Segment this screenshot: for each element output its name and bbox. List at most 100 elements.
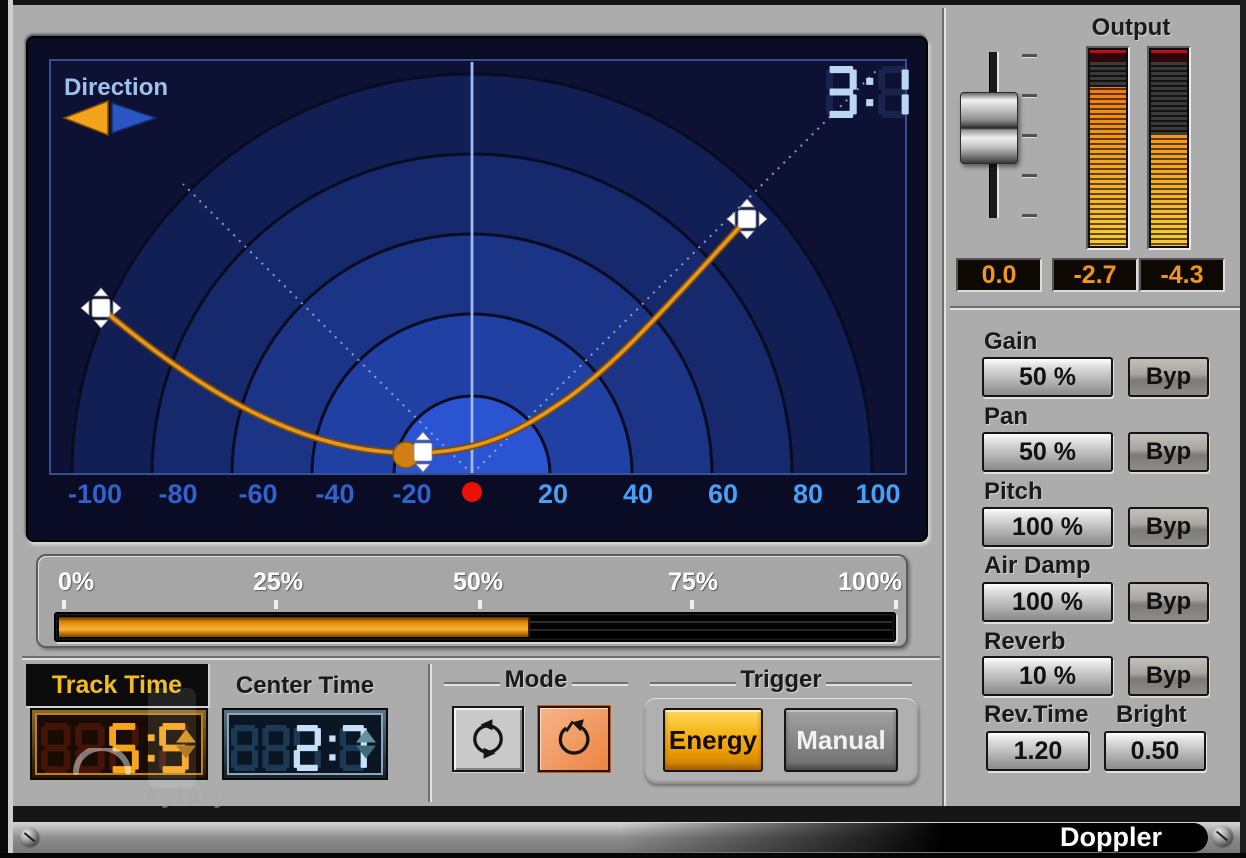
fader-db-value: 0.0 bbox=[982, 261, 1017, 290]
doppler-plugin-window: -100 -80 -60 -40 -20 20 40 60 80 100 Dir… bbox=[0, 0, 1246, 858]
clip-indicator bbox=[1090, 50, 1126, 62]
watermark-arc bbox=[70, 748, 134, 780]
doppler-path-graph[interactable]: -100 -80 -60 -40 -20 20 40 60 80 100 bbox=[26, 36, 928, 542]
spinner-down-icon[interactable] bbox=[356, 746, 376, 759]
progress-label: 50% bbox=[443, 568, 513, 597]
trigger-energy-label: Energy bbox=[669, 725, 757, 756]
cycle-ratio-display[interactable] bbox=[826, 66, 908, 118]
watermark-text: kytary bbox=[146, 782, 229, 810]
mode-label: Mode bbox=[500, 666, 572, 694]
center-time-value[interactable] bbox=[231, 725, 357, 771]
pan-value-button[interactable]: 50 % bbox=[982, 432, 1113, 472]
fader-tick bbox=[1022, 174, 1037, 178]
bypass-label: Byp bbox=[1146, 438, 1191, 466]
direction-arrows[interactable] bbox=[62, 98, 158, 138]
center-time-spinner[interactable] bbox=[356, 727, 376, 762]
gain-bypass-button[interactable]: Byp bbox=[1128, 357, 1209, 397]
meter-left-db-value: -2.7 bbox=[1073, 261, 1116, 290]
bypass-label: Byp bbox=[1146, 513, 1191, 541]
bypass-label: Byp bbox=[1146, 588, 1191, 616]
fader-tick bbox=[1022, 94, 1037, 98]
plugin-title: Doppler bbox=[1060, 822, 1162, 853]
meter-right-readout[interactable]: -4.3 bbox=[1139, 258, 1225, 292]
output-meter-right bbox=[1147, 46, 1191, 250]
reverb-bypass-button[interactable]: Byp bbox=[1128, 656, 1209, 696]
listener-marker-dot bbox=[462, 482, 482, 502]
trigger-label: Trigger bbox=[738, 666, 824, 694]
progress-tick bbox=[62, 600, 66, 609]
divider bbox=[22, 656, 940, 660]
axis-tick-label: 60 bbox=[708, 479, 738, 509]
axis-tick-label: 20 bbox=[538, 479, 568, 509]
param-label-pan: Pan bbox=[984, 403, 1028, 431]
revtime-value: 1.20 bbox=[1014, 737, 1063, 766]
progress-label: 25% bbox=[243, 568, 313, 597]
airdamp-value: 100 % bbox=[1012, 588, 1083, 617]
gain-value: 50 % bbox=[1019, 363, 1076, 392]
decorative-line bbox=[650, 682, 736, 686]
screw-icon bbox=[1212, 826, 1232, 846]
pitch-bypass-button[interactable]: Byp bbox=[1128, 507, 1209, 547]
axis-tick-label: -60 bbox=[238, 479, 277, 509]
plugin-title-capsule: Doppler bbox=[620, 823, 1208, 852]
mode-oneshot-button[interactable] bbox=[538, 706, 610, 772]
progress-tick bbox=[690, 600, 694, 609]
reverb-value-button[interactable]: 10 % bbox=[982, 656, 1113, 696]
progress-tick bbox=[894, 600, 898, 609]
bypass-label: Byp bbox=[1146, 363, 1191, 391]
fader-tick bbox=[1022, 214, 1037, 218]
param-label-revtime: Rev.Time bbox=[984, 701, 1089, 729]
axis-tick-label: -100 bbox=[68, 479, 122, 509]
oneshot-arrow-icon bbox=[552, 717, 596, 761]
direction-left-arrow-icon[interactable] bbox=[64, 101, 108, 135]
pitch-value-button[interactable]: 100 % bbox=[982, 507, 1113, 547]
param-label-gain: Gain bbox=[984, 328, 1037, 356]
axis-tick-label: 100 bbox=[855, 479, 900, 509]
decorative-line bbox=[826, 682, 912, 686]
output-fader-thumb[interactable] bbox=[960, 92, 1018, 164]
pan-bypass-button[interactable]: Byp bbox=[1128, 432, 1209, 472]
clip-indicator bbox=[1151, 50, 1187, 62]
center-time-label: Center Time bbox=[220, 672, 390, 700]
direction-right-arrow-icon[interactable] bbox=[112, 103, 156, 133]
revtime-value-button[interactable]: 1.20 bbox=[986, 731, 1090, 771]
progress-label: 0% bbox=[58, 568, 94, 597]
param-label-reverb: Reverb bbox=[984, 628, 1065, 656]
trigger-manual-label: Manual bbox=[796, 725, 886, 756]
airdamp-value-button[interactable]: 100 % bbox=[982, 582, 1113, 622]
window-edge bbox=[0, 853, 1246, 858]
screw-icon bbox=[20, 828, 38, 846]
progress-panel: 0% 25% 50% 75% 100% bbox=[36, 554, 908, 648]
axis-tick-label: -20 bbox=[392, 479, 431, 509]
axis-tick-label: 80 bbox=[793, 479, 823, 509]
window-edge bbox=[1240, 0, 1246, 858]
progress-track[interactable] bbox=[54, 612, 896, 642]
meter-left-readout[interactable]: -2.7 bbox=[1052, 258, 1138, 292]
trigger-energy-button[interactable]: Energy bbox=[663, 708, 763, 772]
progress-label: 100% bbox=[828, 568, 912, 597]
bypass-label: Byp bbox=[1146, 662, 1191, 690]
center-time-display[interactable] bbox=[222, 708, 388, 780]
progress-fill bbox=[59, 617, 530, 637]
divider bbox=[428, 664, 432, 802]
fader-value-readout[interactable]: 0.0 bbox=[956, 258, 1042, 292]
axis-tick-label: -80 bbox=[158, 479, 197, 509]
bright-value-button[interactable]: 0.50 bbox=[1104, 731, 1206, 771]
param-label-airdamp: Air Damp bbox=[984, 552, 1091, 580]
decorative-line bbox=[444, 682, 500, 686]
axis-tick-label: -40 bbox=[315, 479, 354, 509]
trigger-manual-button[interactable]: Manual bbox=[784, 708, 898, 772]
progress-tick bbox=[478, 600, 482, 609]
divider bbox=[942, 8, 946, 806]
mode-loop-button[interactable] bbox=[452, 706, 524, 772]
decorative-line bbox=[572, 682, 628, 686]
airdamp-bypass-button[interactable]: Byp bbox=[1128, 582, 1209, 622]
pan-value: 50 % bbox=[1019, 438, 1076, 467]
spinner-up-icon[interactable] bbox=[356, 730, 376, 743]
fader-tick bbox=[1022, 134, 1037, 138]
pitch-value: 100 % bbox=[1012, 513, 1083, 542]
bright-value: 0.50 bbox=[1131, 737, 1180, 766]
progress-label: 75% bbox=[658, 568, 728, 597]
loop-arrows-icon bbox=[466, 717, 510, 761]
gain-value-button[interactable]: 50 % bbox=[982, 357, 1113, 397]
